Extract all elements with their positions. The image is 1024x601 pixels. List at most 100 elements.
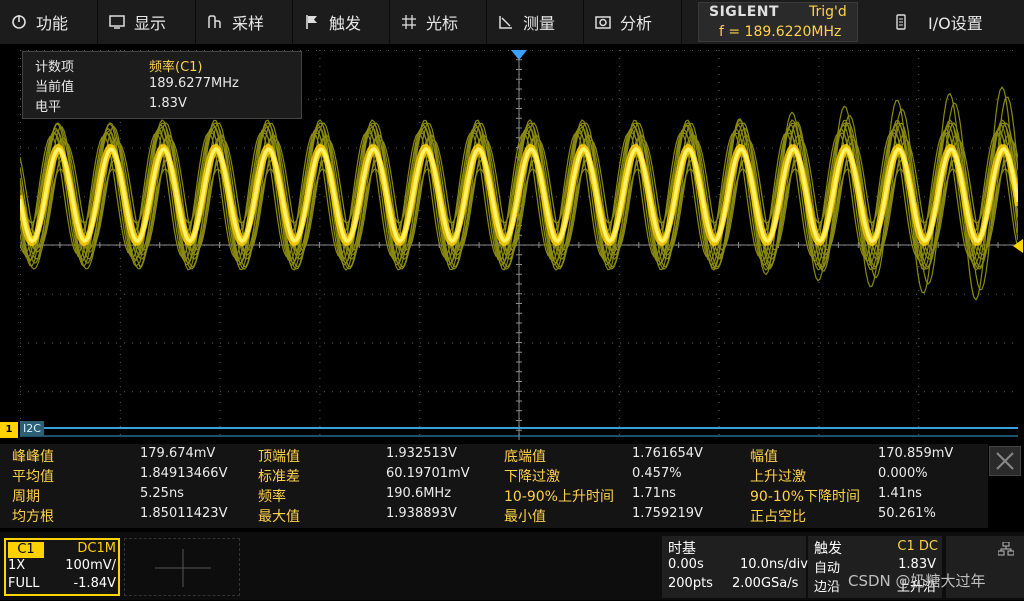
cursor-icon bbox=[400, 13, 418, 31]
function-icon bbox=[10, 13, 28, 31]
measurement-value: 0.000% bbox=[878, 466, 928, 481]
measurement-value: 1.759219V bbox=[632, 506, 703, 521]
channel1-settings[interactable]: C1 DC1M 1X 100mV/ FULL -1.84V bbox=[4, 538, 120, 596]
measurement-label: 顶端值 bbox=[258, 449, 300, 465]
channel1-name: C1 bbox=[8, 542, 44, 558]
channel1-bandwidth: FULL bbox=[8, 576, 40, 591]
measurement-row: 均方根 1.85011423V 最大值 1.938893V 最小值 1.7592… bbox=[0, 506, 988, 526]
popup-label: 计数项 bbox=[35, 60, 75, 75]
measurement-label: 底端值 bbox=[504, 449, 546, 465]
measurement-label: 最大值 bbox=[258, 509, 300, 525]
io-icon bbox=[892, 13, 910, 31]
measurement-value: 1.41ns bbox=[878, 486, 922, 501]
measurement-value: 1.85011423V bbox=[140, 506, 228, 521]
measurement-label: 平均值 bbox=[12, 469, 54, 485]
timebase-scale: 10.0ns/div bbox=[740, 557, 808, 572]
measurement-label: 正占空比 bbox=[750, 509, 806, 525]
trigger-mode: 自动 bbox=[814, 561, 841, 576]
menu-trigger[interactable]: 触发 bbox=[293, 0, 390, 44]
timebase-line: 0.00s 10.0ns/div bbox=[668, 557, 808, 575]
popup-row: 当前值 189.6277MHz bbox=[35, 76, 239, 95]
channel1-scale: 100mV/ bbox=[65, 558, 116, 573]
measurement-value: 50.261% bbox=[878, 506, 936, 521]
menu-acquire[interactable]: 采样 bbox=[196, 0, 293, 44]
measurement-value: 60.19701mV bbox=[386, 466, 470, 481]
menu-analysis-label: 分析 bbox=[620, 14, 653, 33]
menu-cursor-label: 光标 bbox=[426, 14, 459, 33]
measurement-value: 190.6MHz bbox=[386, 486, 452, 501]
top-menu-bar: 功能 显示 采样 触发 光标 测量 分析 SIGLENT Trig'd f = … bbox=[0, 0, 1024, 44]
display-icon bbox=[108, 13, 126, 31]
timebase-settings[interactable]: 时基 0.00s 10.0ns/div 200pts 2.00GSa/s bbox=[662, 536, 808, 598]
menu-measure[interactable]: 测量 bbox=[487, 0, 584, 44]
menu-display[interactable]: 显示 bbox=[98, 0, 196, 44]
channel1-probe: 1X bbox=[8, 558, 26, 573]
acquire-icon bbox=[206, 13, 224, 31]
menu-measure-label: 测量 bbox=[523, 14, 556, 33]
menu-function[interactable]: 功能 bbox=[0, 0, 98, 44]
trigger-title: 触发 bbox=[814, 541, 842, 557]
measurement-label: 周期 bbox=[12, 489, 40, 505]
measurement-close-button[interactable] bbox=[989, 446, 1021, 476]
menu-function-label: 功能 bbox=[36, 14, 69, 33]
timebase-line: 200pts 2.00GSa/s bbox=[668, 576, 798, 594]
menu-analysis[interactable]: 分析 bbox=[584, 0, 682, 44]
timebase-sample-rate: 2.00GSa/s bbox=[732, 576, 799, 591]
measure-icon bbox=[497, 13, 515, 31]
close-icon bbox=[996, 452, 1014, 470]
brand-logo: SIGLENT bbox=[709, 4, 780, 20]
watermark: CSDN @奶糖大过年 bbox=[848, 572, 986, 590]
trigger-frequency: f = 189.6220MHz bbox=[719, 24, 842, 40]
measurement-label: 10-90%上升时间 bbox=[504, 489, 614, 505]
popup-value: 频率(C1) bbox=[149, 60, 203, 75]
channel1-marker[interactable]: 1 bbox=[0, 422, 18, 438]
measurement-value: 1.84913466V bbox=[140, 466, 228, 481]
analysis-icon bbox=[594, 13, 612, 31]
trigger-source: C1 DC bbox=[897, 539, 938, 554]
popup-row: 电平 1.83V bbox=[35, 96, 187, 115]
trigger-position-marker[interactable] bbox=[510, 49, 528, 61]
measurement-value: 1.71ns bbox=[632, 486, 676, 501]
trigger-type: 边沿 bbox=[814, 580, 841, 595]
measurement-value: 5.25ns bbox=[140, 486, 184, 501]
menu-cursor[interactable]: 光标 bbox=[390, 0, 487, 44]
measurement-label: 90-10%下降时间 bbox=[750, 489, 860, 505]
measurement-table[interactable]: 峰峰值 179.674mV 顶端值 1.932513V 底端值 1.761654… bbox=[0, 444, 988, 528]
trigger-icon bbox=[303, 13, 321, 31]
channel1-line: 1X 100mV/ bbox=[8, 558, 116, 576]
menu-display-label: 显示 bbox=[134, 14, 167, 33]
measurement-label: 下降过激 bbox=[504, 469, 560, 485]
measurement-value: 0.457% bbox=[632, 466, 682, 481]
channel1-coupling: DC1M bbox=[77, 541, 116, 556]
menu-io-settings[interactable]: I/O设置 bbox=[876, 0, 1024, 44]
channel1-line: FULL -1.84V bbox=[8, 576, 116, 594]
measurement-value: 1.932513V bbox=[386, 446, 457, 461]
measurement-value: 179.674mV bbox=[140, 446, 216, 461]
popup-value: 189.6277MHz bbox=[149, 76, 239, 91]
network-icon bbox=[998, 542, 1014, 556]
menu-acquire-label: 采样 bbox=[232, 14, 265, 33]
measurement-row: 周期 5.25ns 频率 190.6MHz 10-90%上升时间 1.71ns … bbox=[0, 486, 988, 506]
measurement-label: 幅值 bbox=[750, 449, 778, 465]
measurement-label: 均方根 bbox=[12, 509, 54, 525]
measurement-label: 最小值 bbox=[504, 509, 546, 525]
measurement-value: 170.859mV bbox=[878, 446, 954, 461]
plus-icon bbox=[155, 549, 211, 587]
trigger-status: Trig'd bbox=[809, 4, 847, 20]
channel1-offset: -1.84V bbox=[73, 576, 116, 591]
i2c-bus-label[interactable]: I2C bbox=[20, 421, 44, 436]
measurement-row: 峰峰值 179.674mV 顶端值 1.932513V 底端值 1.761654… bbox=[0, 446, 988, 466]
status-box: SIGLENT Trig'd f = 189.6220MHz bbox=[698, 2, 858, 42]
measurement-value: 1.938893V bbox=[386, 506, 457, 521]
timebase-title: 时基 bbox=[668, 541, 696, 557]
menu-io-label: I/O设置 bbox=[928, 14, 983, 33]
measurement-label: 峰峰值 bbox=[12, 449, 54, 465]
timebase-points: 200pts bbox=[668, 576, 713, 591]
trigger-level-marker[interactable] bbox=[1012, 238, 1024, 254]
popup-label: 当前值 bbox=[35, 80, 75, 95]
measurement-label: 频率 bbox=[258, 489, 286, 505]
measurement-row: 平均值 1.84913466V 标准差 60.19701mV 下降过激 0.45… bbox=[0, 466, 988, 486]
measurement-label: 标准差 bbox=[258, 469, 300, 485]
popup-label: 电平 bbox=[35, 100, 62, 115]
add-channel-slot[interactable] bbox=[124, 538, 240, 596]
